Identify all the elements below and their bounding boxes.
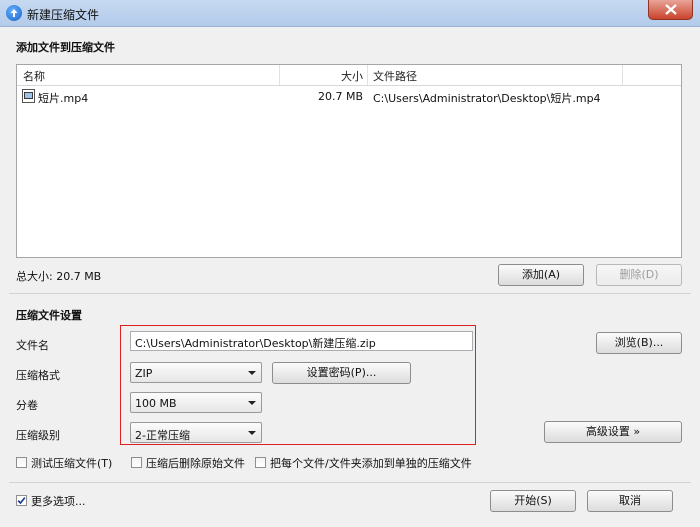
test-archive-checkbox[interactable]: [16, 457, 27, 468]
video-file-icon: [22, 89, 35, 103]
delete-after-label[interactable]: 压缩后删除原始文件: [146, 455, 245, 471]
total-size-label: 总大小: 20.7 MB: [16, 270, 102, 283]
section-divider: [9, 482, 691, 483]
advanced-settings-button[interactable]: 高级设置 »: [544, 421, 682, 443]
close-button[interactable]: [648, 0, 693, 20]
level-label: 压缩级别: [16, 429, 60, 442]
volume-label: 分卷: [16, 399, 38, 412]
column-name[interactable]: 名称: [23, 68, 45, 84]
settings-heading: 压缩文件设置: [16, 309, 82, 322]
separate-archives-checkbox[interactable]: [255, 457, 266, 468]
section-divider: [9, 293, 691, 294]
column-separator: [622, 65, 623, 85]
more-options-checkbox[interactable]: [16, 495, 27, 506]
delete-after-checkbox[interactable]: [131, 457, 142, 468]
filename-label: 文件名: [16, 339, 49, 352]
start-button[interactable]: 开始(S): [490, 490, 576, 512]
file-path-cell: C:\Users\Administrator\Desktop\短片.mp4: [373, 92, 601, 105]
more-options-label[interactable]: 更多选项...: [31, 493, 86, 509]
cancel-button[interactable]: 取消: [587, 490, 673, 512]
file-size-cell: 20.7 MB: [317, 90, 363, 103]
column-separator: [367, 65, 368, 85]
column-size[interactable]: 大小: [279, 68, 363, 84]
delete-button[interactable]: 删除(D): [596, 264, 682, 286]
file-list-header: 名称 大小 文件路径: [17, 65, 681, 86]
file-name-cell: 短片.mp4: [38, 92, 89, 105]
test-archive-label[interactable]: 测试压缩文件(T): [31, 455, 112, 471]
browse-button[interactable]: 浏览(B)...: [596, 332, 682, 354]
app-logo-icon: [6, 5, 22, 21]
window-title: 新建压缩文件: [27, 8, 100, 22]
close-icon: [665, 4, 677, 15]
highlight-box: [120, 325, 476, 445]
add-files-heading: 添加文件到压缩文件: [16, 41, 115, 54]
add-button[interactable]: 添加(A): [498, 264, 584, 286]
column-path[interactable]: 文件路径: [373, 68, 417, 84]
checkmark-icon: [17, 497, 26, 505]
file-list[interactable]: 名称 大小 文件路径 短片.mp4 20.7 MB C:\Users\Admin…: [16, 64, 682, 258]
separate-archives-label[interactable]: 把每个文件/文件夹添加到单独的压缩文件: [270, 455, 472, 471]
title-bar: 新建压缩文件: [0, 0, 700, 27]
table-row[interactable]: 短片.mp4 20.7 MB C:\Users\Administrator\De…: [17, 87, 681, 105]
format-label: 压缩格式: [16, 369, 60, 382]
